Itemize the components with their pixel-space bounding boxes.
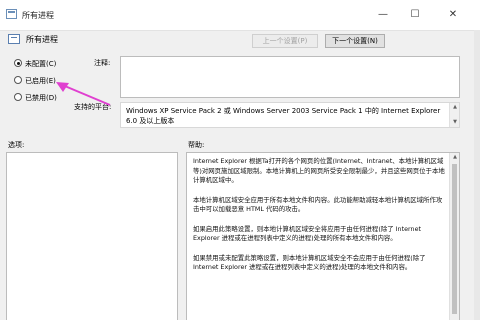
annotation-arrow bbox=[56, 82, 111, 106]
annotation-arrow-icon bbox=[56, 82, 111, 106]
